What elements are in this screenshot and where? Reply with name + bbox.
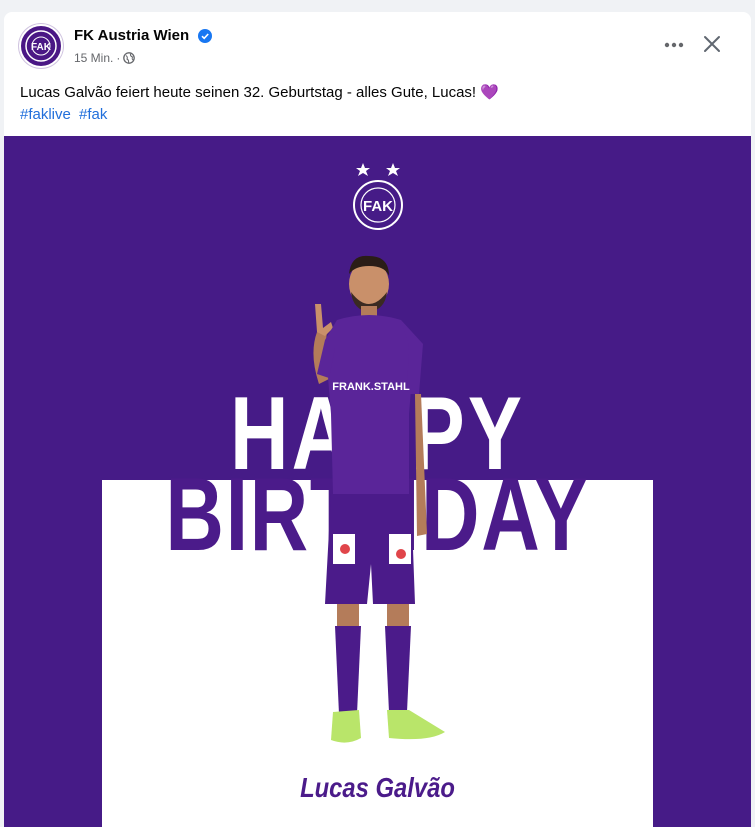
post-image[interactable]: FAK HAPPY BIRTHDAY FRANK.STAHL bbox=[4, 136, 751, 827]
player-photo: FRANK.STAHL bbox=[313, 255, 445, 743]
club-crest-icon: FAK bbox=[25, 30, 57, 62]
player-name: Lucas Galvão bbox=[300, 772, 455, 803]
facebook-post-card: FAK FK Austria Wien 15 Min. · Lucas Galv… bbox=[4, 12, 751, 827]
close-icon bbox=[704, 36, 720, 52]
page-name[interactable]: FK Austria Wien bbox=[74, 27, 189, 44]
page-avatar[interactable]: FAK bbox=[19, 24, 63, 68]
more-options-button[interactable] bbox=[659, 30, 689, 60]
verified-badge-icon bbox=[198, 29, 212, 43]
post-meta: 15 Min. · bbox=[74, 51, 136, 65]
globe-icon bbox=[123, 52, 136, 64]
jersey-sponsor: FRANK.STAHL bbox=[332, 381, 410, 393]
hashtag-faklive[interactable]: #faklive bbox=[20, 106, 71, 123]
post-caption: Lucas Galvão feiert heute seinen 32. Geb… bbox=[20, 82, 735, 103]
hashtag-list: #faklive #fak bbox=[20, 104, 111, 125]
purple-heart-emoji: 💜 bbox=[480, 84, 499, 101]
close-button[interactable] bbox=[697, 29, 727, 59]
caption-text: Lucas Galvão feiert heute seinen 32. Geb… bbox=[20, 84, 477, 101]
post-header: FAK FK Austria Wien 15 Min. · bbox=[4, 12, 751, 72]
svg-text:FAK: FAK bbox=[363, 198, 393, 215]
hashtag-fak[interactable]: #fak bbox=[79, 106, 107, 123]
club-crest-logo: FAK bbox=[353, 163, 403, 230]
svg-text:FAK: FAK bbox=[31, 42, 52, 53]
more-options-icon bbox=[664, 42, 684, 48]
post-timestamp[interactable]: 15 Min. bbox=[74, 51, 113, 65]
meta-separator: · bbox=[116, 51, 121, 65]
